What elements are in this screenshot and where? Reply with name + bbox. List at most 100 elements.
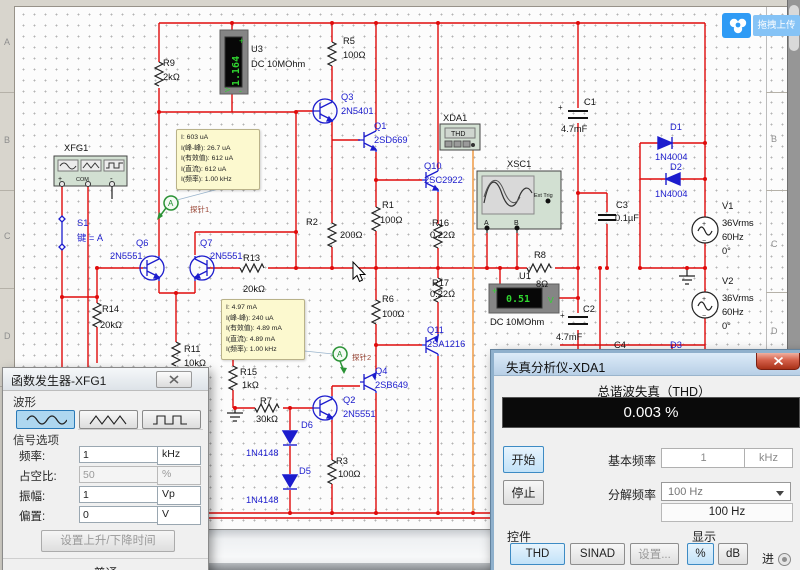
progress-radio-icon[interactable] xyxy=(778,553,791,566)
probe-tooltip-1: I: 603 uA I(峰-峰): 26.7 uA I(有效值): 612 uA I(… xyxy=(176,129,260,190)
close-icon xyxy=(773,356,783,366)
probe-reading-line: I(有效值): 4.89 mA xyxy=(226,325,282,333)
border-letter: B xyxy=(4,135,11,145)
source-V1[interactable]: +− xyxy=(691,216,719,245)
schematic-label: DC 10MOhm xyxy=(490,317,544,327)
border-divider xyxy=(0,92,14,93)
close-button[interactable] xyxy=(156,371,192,388)
probe-reading-line: I(频率): 1.00 kHz xyxy=(226,346,277,354)
svg-text:−: − xyxy=(702,313,706,320)
border-divider xyxy=(0,190,14,191)
schematic-label: 2N5551 xyxy=(343,409,376,419)
oscilloscope-icon[interactable] xyxy=(476,170,562,231)
function-generator-icon[interactable] xyxy=(53,155,128,187)
transistor-Q3 xyxy=(312,98,338,124)
schematic-label: A xyxy=(168,199,174,208)
resistor-R5 xyxy=(326,41,338,67)
schematic-label: R3 xyxy=(336,456,348,466)
stop-button[interactable]: 停止 xyxy=(503,480,544,505)
frequency-input[interactable] xyxy=(79,446,161,463)
border-letter: C xyxy=(771,239,778,249)
schematic-label: U1 xyxy=(519,271,531,281)
fundamental-freq-value[interactable]: 1 xyxy=(661,448,746,468)
schematic-label: 1N4148 xyxy=(246,448,279,458)
schematic-label: R6 xyxy=(382,294,394,304)
schematic-label: D3 xyxy=(670,340,682,350)
resistor-R3 xyxy=(326,459,338,485)
start-button[interactable]: 开始 xyxy=(503,446,544,473)
percent-button[interactable]: % xyxy=(687,543,714,565)
statusbar-gap xyxy=(205,529,495,570)
schematic-label: DC 10MOhm xyxy=(251,59,305,69)
triangle-wave-button[interactable] xyxy=(79,410,138,429)
amplitude-input[interactable] xyxy=(79,486,161,503)
switch-S1[interactable] xyxy=(58,215,66,251)
frequency-label: 频率: xyxy=(19,451,46,463)
schematic-label: - xyxy=(110,174,113,183)
schematic-label: 36Vrms xyxy=(722,218,754,228)
offset-input[interactable] xyxy=(79,506,161,523)
border-letter: D xyxy=(771,326,778,336)
probe-reading-line: I(有效值): 612 uA xyxy=(181,155,234,163)
schematic-label: D5 xyxy=(299,466,311,476)
db-button[interactable]: dB xyxy=(718,543,748,565)
schematic-label: D1 xyxy=(670,122,682,132)
transistor-Q6 xyxy=(139,255,165,281)
schematic-label: 100Ω xyxy=(380,215,403,225)
transistor-Q2 xyxy=(312,395,338,421)
dialog-titlebar[interactable]: 函数发生器-XFG1 xyxy=(3,368,208,391)
schematic-label: 1kΩ xyxy=(242,380,259,390)
schematic-label: R14 xyxy=(102,304,119,314)
capacitor-C1 xyxy=(568,110,588,119)
resistor-R2 xyxy=(326,222,338,248)
schematic-label: Q6 xyxy=(136,238,148,248)
source-V2[interactable]: +− xyxy=(691,291,719,320)
probe-reading-line: I: 4.97 mA xyxy=(226,304,257,311)
svg-text:−: − xyxy=(702,238,706,245)
schematic-label: R2 xyxy=(306,217,318,227)
schematic-label: Q11 xyxy=(427,325,444,335)
schematic-label: 2SD669 xyxy=(374,135,408,145)
thd-mode-button[interactable]: THD xyxy=(510,543,565,565)
sinad-mode-button[interactable]: SINAD xyxy=(570,543,625,565)
border-letter: A xyxy=(4,37,11,47)
frequency-unit[interactable]: kHz xyxy=(157,446,201,465)
function-generator-dialog[interactable]: 函数发生器-XFG1 波形 信号选项 频率: kHz 占空比: % 振幅: Vp… xyxy=(2,367,209,570)
schematic-label: D2 xyxy=(670,162,682,172)
schematic-label: 200Ω xyxy=(340,230,363,240)
resistor-R15 xyxy=(227,365,239,391)
offset-unit[interactable]: V xyxy=(157,506,201,525)
resolution-freq-dropdown[interactable]: 100 Hz xyxy=(661,482,791,501)
sine-wave-button[interactable] xyxy=(16,410,75,429)
border-divider xyxy=(0,288,14,289)
schematic-label: B xyxy=(514,220,519,227)
schematic-label: R9 xyxy=(163,58,175,68)
multisim-workspace: + − + − R9 2kΩ U3 DC 10MOhm 1.164 V + - … xyxy=(0,0,800,570)
set-rise-fall-button[interactable]: 设置上升/下降时间 xyxy=(41,530,175,552)
schematic-label: Q10 xyxy=(424,161,442,171)
schematic-label: + xyxy=(558,103,563,112)
dialog-title: 函数发生器-XFG1 xyxy=(11,374,107,388)
schematic-label: R1 xyxy=(382,200,394,210)
schematic-label: R7 xyxy=(260,396,272,406)
schematic-label: A xyxy=(484,220,489,227)
settings-button[interactable]: 设置... xyxy=(630,543,679,565)
duty-cycle-input[interactable] xyxy=(79,466,161,483)
square-wave-button[interactable] xyxy=(142,410,201,429)
upload-label: 拖拽上传 xyxy=(753,15,800,36)
schematic-label: XSC1 xyxy=(507,159,531,169)
schematic-label: A xyxy=(337,350,343,359)
diode-D5 xyxy=(281,474,299,490)
schematic-label: 100Ω xyxy=(382,309,405,319)
distortion-analyzer-dialog[interactable]: 失真分析仪-XDA1 总谐波失真（THD） 0.003 % 开始 停止 基本频率… xyxy=(491,350,800,570)
schematic-label: 30kΩ xyxy=(256,414,278,424)
dialog-title: 失真分析仪-XDA1 xyxy=(506,361,606,375)
schematic-label: 20kΩ xyxy=(100,320,122,330)
close-button[interactable] xyxy=(756,353,800,370)
drag-upload-button[interactable]: 拖拽上传 xyxy=(722,13,800,38)
dialog-titlebar[interactable]: 失真分析仪-XDA1 xyxy=(494,353,800,376)
capacitors[interactable] xyxy=(568,110,616,325)
schematic-label: + xyxy=(58,176,62,183)
schematic-label: XDA1 xyxy=(443,113,467,123)
amplitude-unit[interactable]: Vp xyxy=(157,486,201,505)
